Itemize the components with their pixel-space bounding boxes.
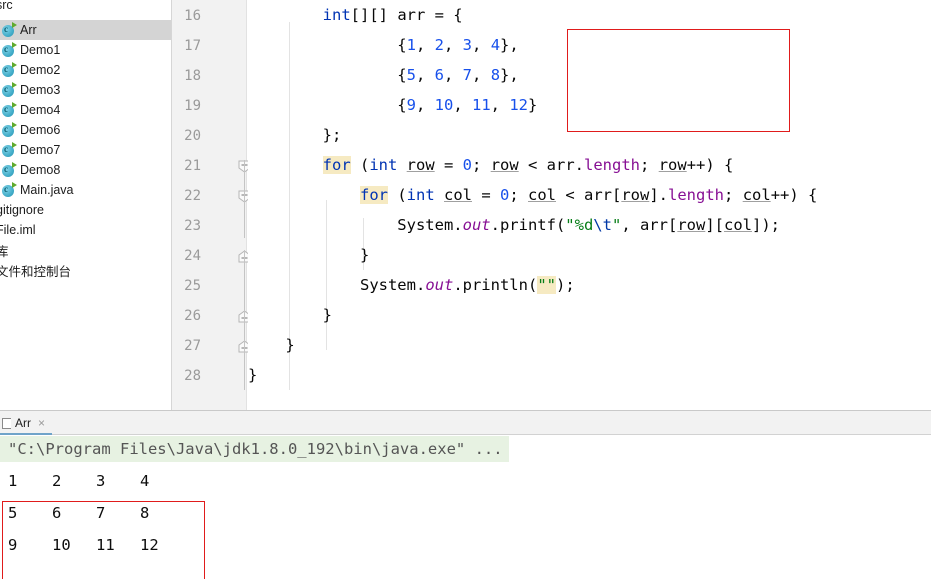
code-line-20[interactable]: }; [248, 120, 342, 150]
tree-item-[interactable]: 文件和控制台 [0, 260, 171, 280]
code-line-26[interactable]: } [248, 300, 332, 330]
tree-item-gitignore[interactable]: gitignore [0, 200, 171, 220]
console-output-cell: 3 [96, 472, 106, 490]
tree-item-label: Demo8 [20, 163, 61, 177]
line-number: 21 [184, 158, 201, 174]
console-output-cell: 6 [52, 504, 62, 522]
console-output-row: 1 2 3 4 [8, 466, 184, 496]
run-config-icon [2, 417, 11, 429]
java-class-icon: c [1, 181, 17, 198]
line-number: 25 [184, 278, 201, 294]
tree-item-label: Demo7 [20, 143, 61, 157]
line-number: 18 [184, 68, 201, 84]
active-tab-indicator [0, 433, 53, 435]
close-icon[interactable]: × [38, 417, 45, 429]
console-output-cell: 11 [96, 536, 115, 554]
java-class-icon: c [1, 41, 17, 58]
java-class-icon: c [1, 81, 17, 98]
console-tab-arr[interactable]: Arr × [0, 411, 53, 435]
tree-item-arr[interactable]: c Arr [0, 20, 171, 40]
tree-item-label: File.iml [0, 223, 36, 237]
code-line-17[interactable]: {1, 2, 3, 4}, [248, 30, 518, 60]
console-output-cell: 5 [8, 504, 18, 522]
line-number: 24 [184, 248, 201, 264]
line-number: 16 [184, 8, 201, 24]
tree-item-label: gitignore [0, 203, 44, 217]
line-number: 27 [184, 338, 201, 354]
tree-item-label: Demo2 [20, 63, 61, 77]
intellij-idea-window: srccArrcDemo1cDemo2cDemo3cDemo4cDemo6cDe… [0, 0, 931, 579]
tree-item-label: Main.java [20, 183, 74, 197]
console-output-row: 5 6 7 8 [8, 498, 184, 528]
tree-item-[interactable]: 库 [0, 240, 171, 260]
tree-item-demo8[interactable]: c Demo8 [0, 160, 171, 180]
code-line-19[interactable]: {9, 10, 11, 12} [248, 90, 537, 120]
line-number: 28 [184, 368, 201, 384]
java-class-icon: c [1, 141, 17, 158]
tree-item-demo6[interactable]: c Demo6 [0, 120, 171, 140]
code-line-23[interactable]: System.out.printf("%d\t", arr[row][col])… [248, 210, 780, 240]
console-tab-label: Arr [15, 416, 31, 430]
tree-item-label: 文件和控制台 [0, 264, 72, 279]
editor-gutter[interactable]: 16 17 18 19 20 21 22 23 24 25 26 27 28 [172, 0, 251, 410]
console-output-cell: 7 [96, 504, 106, 522]
code-editor[interactable]: 16 17 18 19 20 21 22 23 24 25 26 27 28 int[][] arr =… [172, 0, 931, 410]
tree-item-label: 库 [0, 241, 9, 260]
array-literal-highlight-box [567, 29, 790, 132]
code-text-area[interactable]: int[][] arr = { {1, 2, 3, 4}, {5, 6, 7, … [248, 0, 931, 410]
tree-item-demo7[interactable]: c Demo7 [0, 140, 171, 160]
console-output-area[interactable]: "C:\Program Files\Java\jdk1.8.0_192\bin\… [0, 436, 931, 579]
tree-item-src[interactable]: src [0, 0, 171, 15]
project-tree-panel[interactable]: srccArrcDemo1cDemo2cDemo3cDemo4cDemo6cDe… [0, 0, 172, 410]
java-class-icon: c [1, 61, 17, 78]
line-number: 22 [184, 188, 201, 204]
tree-item-fileiml[interactable]: File.iml [0, 220, 171, 240]
tree-item-demo4[interactable]: c Demo4 [0, 100, 171, 120]
code-line-24[interactable]: } [248, 240, 369, 270]
code-line-16[interactable]: int[][] arr = { [248, 0, 463, 30]
console-output-cell: 9 [8, 536, 18, 554]
code-line-25[interactable]: System.out.println(""); [248, 270, 575, 300]
console-output-cell: 1 [8, 472, 18, 490]
tree-item-label: Demo6 [20, 123, 61, 137]
tree-item-demo2[interactable]: c Demo2 [0, 60, 171, 80]
run-console-panel[interactable]: Arr × "C:\Program Files\Java\jdk1.8.0_19… [0, 411, 931, 579]
java-class-icon: c [1, 121, 17, 138]
console-output-cell: 12 [140, 536, 159, 554]
tree-item-demo3[interactable]: c Demo3 [0, 80, 171, 100]
console-command-line: "C:\Program Files\Java\jdk1.8.0_192\bin\… [0, 436, 509, 462]
fold-guide-line [244, 160, 245, 238]
tree-item-label: Demo3 [20, 83, 61, 97]
line-number: 17 [184, 38, 201, 54]
console-output-cell: 2 [52, 472, 62, 490]
code-line-27[interactable]: } [248, 330, 294, 360]
fold-guide-line [244, 250, 245, 390]
console-output-cell: 8 [140, 504, 150, 522]
tree-item-demo1[interactable]: c Demo1 [0, 40, 171, 60]
tree-item-label: Demo4 [20, 103, 61, 117]
code-line-28[interactable]: } [248, 360, 257, 390]
java-class-icon: c [1, 21, 17, 38]
java-class-icon: c [1, 161, 17, 178]
line-number: 23 [184, 218, 201, 234]
code-line-21[interactable]: for (int row = 0; row < arr.length; row+… [248, 150, 733, 180]
code-line-18[interactable]: {5, 6, 7, 8}, [248, 60, 518, 90]
line-number: 26 [184, 308, 201, 324]
console-output-row: 9 10 11 12 [8, 530, 184, 560]
tree-item-label: Arr [20, 23, 37, 37]
line-number: 19 [184, 98, 201, 114]
java-class-icon: c [1, 101, 17, 118]
console-output-cell: 10 [52, 536, 71, 554]
code-line-22[interactable]: for (int col = 0; col < arr[row].length;… [248, 180, 817, 210]
tree-item-label: Demo1 [20, 43, 61, 57]
tree-item-mainjava[interactable]: c Main.java [0, 180, 171, 200]
console-output-cell: 4 [140, 472, 150, 490]
tree-item-label: src [0, 0, 13, 12]
console-tab-strip[interactable]: Arr × [0, 411, 931, 435]
line-number: 20 [184, 128, 201, 144]
